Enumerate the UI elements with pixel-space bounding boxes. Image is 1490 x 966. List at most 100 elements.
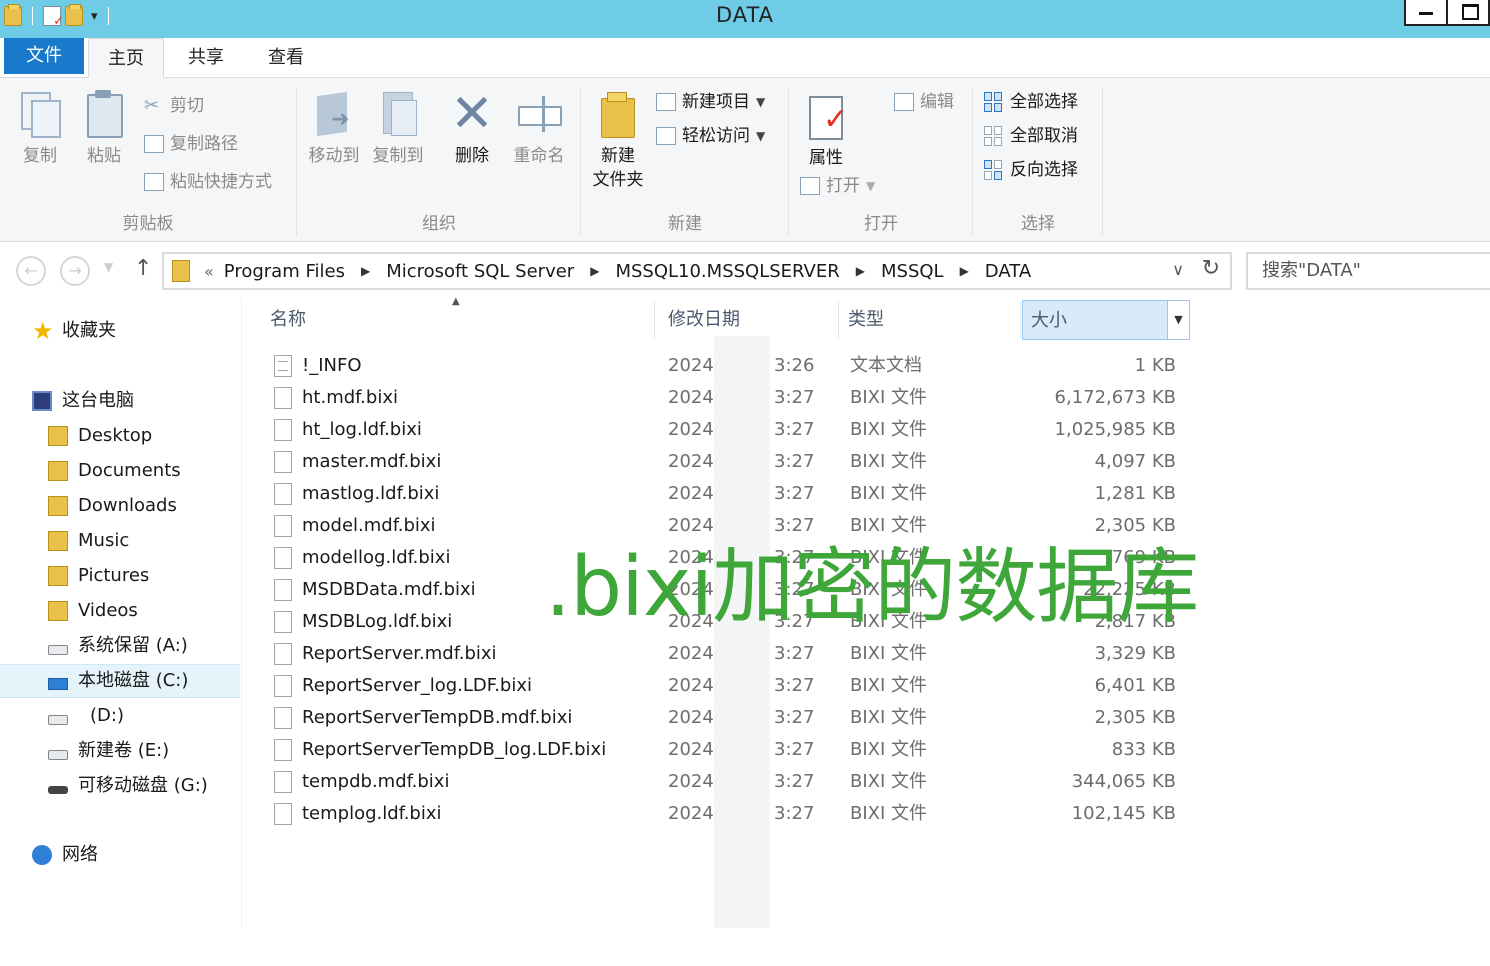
easy-access-button[interactable]: 轻松访问 ▼ xyxy=(656,124,765,148)
edit-button[interactable]: 编辑 xyxy=(894,90,954,114)
copy-path-label: 复制路径 xyxy=(170,134,238,154)
file-name: ht_log.ldf.bixi xyxy=(302,419,422,440)
nav-favorites[interactable]: ★ 收藏夹 xyxy=(0,314,240,348)
tab-home[interactable]: 主页 xyxy=(88,38,164,79)
nav-network[interactable]: 网络 xyxy=(0,838,240,872)
file-icon xyxy=(274,707,292,729)
folder-icon xyxy=(48,531,68,551)
nav-downloads[interactable]: Downloads xyxy=(0,489,240,523)
file-type: BIXI 文件 xyxy=(850,451,928,472)
copy-icon xyxy=(17,90,63,138)
file-type: 文本文档 xyxy=(850,355,922,376)
file-time: 3:27 xyxy=(774,707,815,728)
ribbon: 复制 粘贴 ✂ 剪切 复制路径 粘贴快捷方式 剪贴板 移动到 复制到 xyxy=(0,78,1490,242)
file-icon xyxy=(274,803,292,825)
paste-shortcut-button[interactable]: 粘贴快捷方式 xyxy=(144,170,272,194)
file-size: 344,065 KB xyxy=(1071,771,1176,792)
nav-drive-c[interactable]: 本地磁盘 (C:) xyxy=(0,664,240,698)
breadcrumb-program-files[interactable]: Program Files xyxy=(224,261,345,282)
breadcrumb-separator-icon[interactable]: ▶ xyxy=(960,264,969,278)
paste-button[interactable]: 粘贴 xyxy=(78,90,130,168)
select-none-label: 全部取消 xyxy=(1010,126,1078,146)
column-header-size[interactable]: 大小 ▼ xyxy=(1022,300,1190,340)
file-name: ReportServer.mdf.bixi xyxy=(302,643,497,664)
nav-documents[interactable]: Documents xyxy=(0,454,240,488)
copy-path-button[interactable]: 复制路径 xyxy=(144,132,238,156)
breadcrumb-mssql[interactable]: MSSQL xyxy=(881,261,944,282)
file-type: BIXI 文件 xyxy=(850,483,928,504)
open-group: 属性 打开 ▼ 编辑 打开 xyxy=(790,84,972,238)
breadcrumb-instance[interactable]: MSSQL10.MSSQLSERVER xyxy=(615,261,839,282)
column-header-name[interactable]: 名称 xyxy=(244,300,654,340)
navigation-pane: ★ 收藏夹 这台电脑 Desktop Documents Downloads M… xyxy=(0,298,242,928)
tab-share[interactable]: 共享 xyxy=(168,38,244,78)
new-folder-icon xyxy=(595,90,641,138)
cut-button[interactable]: ✂ 剪切 xyxy=(144,94,204,118)
paste-icon xyxy=(81,90,127,138)
file-icon xyxy=(274,579,292,601)
file-time: 3:27 xyxy=(774,451,815,472)
column-filter-dropdown-icon[interactable]: ▼ xyxy=(1167,301,1189,339)
back-button[interactable]: ← xyxy=(16,256,46,286)
search-input[interactable]: 搜索"DATA" xyxy=(1246,252,1490,290)
delete-x-icon: ✕ xyxy=(450,84,494,144)
copy-button[interactable]: 复制 xyxy=(14,90,66,168)
new-item-button[interactable]: 新建项目 ▼ xyxy=(656,90,765,114)
nav-desktop[interactable]: Desktop xyxy=(0,419,240,453)
copy-to-button[interactable]: 复制到 xyxy=(368,90,428,168)
move-to-button[interactable]: 移动到 xyxy=(304,90,364,168)
breadcrumb-sql-server[interactable]: Microsoft SQL Server xyxy=(386,261,574,282)
address-dropdown-chevron-icon[interactable]: ∨ xyxy=(1172,260,1184,279)
select-all-label: 全部选择 xyxy=(1010,92,1078,112)
file-time: 3:27 xyxy=(774,803,815,824)
new-folder-button[interactable]: 新建 文件夹 xyxy=(586,90,650,192)
up-arrow-icon[interactable]: ↑ xyxy=(134,256,152,281)
nav-videos[interactable]: Videos xyxy=(0,594,240,628)
minimize-button[interactable] xyxy=(1404,0,1448,26)
nav-pictures-label: Pictures xyxy=(78,565,150,586)
nav-drive-d[interactable]: (D:) xyxy=(0,699,240,733)
file-date: 2024/ xyxy=(668,451,720,472)
invert-selection-button[interactable]: 反向选择 xyxy=(984,158,1078,182)
group-divider xyxy=(972,88,973,236)
refresh-icon[interactable]: ↻ xyxy=(1202,256,1220,281)
nav-videos-label: Videos xyxy=(78,600,138,621)
easy-access-dropdown-icon: ▼ xyxy=(756,129,766,143)
nav-pictures[interactable]: Pictures xyxy=(0,559,240,593)
open-dropdown-icon: ▼ xyxy=(866,179,876,193)
nav-music[interactable]: Music xyxy=(0,524,240,558)
nav-drive-g[interactable]: 可移动磁盘 (G:) xyxy=(0,769,240,803)
ribbon-tabs: 文件 主页 共享 查看 xyxy=(0,38,1490,79)
breadcrumb-separator-icon[interactable]: ▶ xyxy=(361,264,370,278)
open-button[interactable]: 打开 ▼ xyxy=(800,174,875,198)
overflow-chevron-icon[interactable]: « xyxy=(204,262,214,281)
nav-drive-a[interactable]: 系统保留 (A:) xyxy=(0,629,240,663)
file-time: 3:27 xyxy=(774,483,815,504)
folder-icon xyxy=(48,426,68,446)
delete-button[interactable]: ✕ 删除 xyxy=(446,84,498,168)
properties-button[interactable]: 属性 xyxy=(798,92,854,170)
file-date: 2024/ xyxy=(668,419,720,440)
file-date: 2024/ xyxy=(668,739,720,760)
breadcrumb-separator-icon[interactable]: ▶ xyxy=(856,264,865,278)
maximize-button[interactable] xyxy=(1446,0,1490,26)
title-bar: ▾ DATA xyxy=(0,0,1490,38)
column-header-type[interactable]: 类型 xyxy=(822,300,1018,340)
nav-this-pc[interactable]: 这台电脑 xyxy=(0,384,240,418)
rename-icon xyxy=(516,90,562,138)
nav-drive-e[interactable]: 新建卷 (E:) xyxy=(0,734,240,768)
recent-locations-chevron-icon[interactable]: ▼ xyxy=(104,260,113,274)
navigation-bar: ← → ▼ ↑ « Program Files ▶ Microsoft SQL … xyxy=(0,242,1490,298)
new-folder-label-line2: 文件夹 xyxy=(592,170,644,190)
forward-button[interactable]: → xyxy=(60,256,90,286)
clipboard-group: 复制 粘贴 ✂ 剪切 复制路径 粘贴快捷方式 剪贴板 xyxy=(0,84,296,238)
address-bar[interactable]: « Program Files ▶ Microsoft SQL Server ▶… xyxy=(162,252,1232,290)
rename-button[interactable]: 重命名 xyxy=(508,90,570,168)
column-header-date[interactable]: 修改日期 xyxy=(642,300,838,340)
tab-file[interactable]: 文件 xyxy=(4,38,84,74)
breadcrumb-separator-icon[interactable]: ▶ xyxy=(590,264,599,278)
select-none-button[interactable]: 全部取消 xyxy=(984,124,1078,148)
tab-view[interactable]: 查看 xyxy=(248,38,324,78)
select-all-button[interactable]: 全部选择 xyxy=(984,90,1078,114)
breadcrumb-data[interactable]: DATA xyxy=(985,261,1031,282)
